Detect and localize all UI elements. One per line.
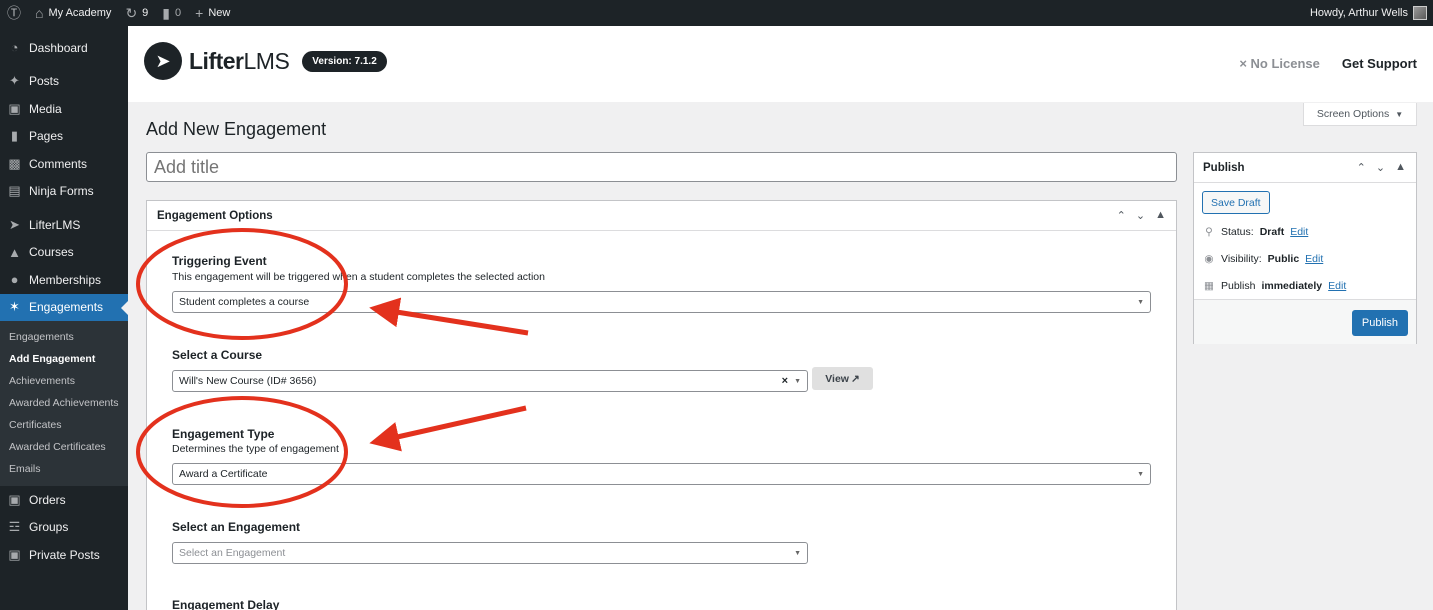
publish-box: Publish ⌃ ⌄ ▲ Save Draft ⚲ Status: Draft Ed… bbox=[1193, 152, 1417, 344]
title-input[interactable] bbox=[146, 152, 1177, 182]
publish-heading: Publish bbox=[1203, 161, 1245, 174]
comment-icon: ▮ bbox=[162, 5, 171, 21]
lifterlms-header: ➤ LifterLMS Version: 7.1.2 × No License … bbox=[128, 26, 1433, 102]
media-icon: ▣ bbox=[8, 100, 21, 116]
engagement-type-select[interactable]: Award a Certificate ▼ bbox=[172, 463, 1151, 485]
triggering-event-select[interactable]: Student completes a course ▼ bbox=[172, 291, 1151, 313]
eye-icon: ◉ bbox=[1204, 252, 1214, 265]
brand-name: Lifter bbox=[189, 47, 244, 74]
publish-button[interactable]: Publish bbox=[1351, 310, 1408, 336]
edit-visibility-link[interactable]: Edit bbox=[1305, 253, 1323, 265]
engagement-select[interactable]: Select an Engagement ▼ bbox=[172, 542, 808, 564]
engagement-delay-label: Engagement Delay bbox=[172, 598, 280, 610]
plus-icon: + bbox=[195, 5, 204, 21]
sidebar-item-pages[interactable]: ▮ Pages bbox=[0, 123, 128, 151]
engagement-options-heading: Engagement Options bbox=[157, 209, 273, 222]
caret-down-icon: ▼ bbox=[1395, 109, 1404, 119]
sidebar-item-comments[interactable]: ▩ Comments bbox=[0, 150, 128, 178]
dropdown-arrow-icon: ▼ bbox=[794, 377, 801, 385]
graduation-cap-icon: ▲ bbox=[8, 244, 21, 260]
site-name-link[interactable]: ⌂ My Academy bbox=[28, 0, 118, 26]
form-icon: ▤ bbox=[8, 183, 21, 199]
select-course-label: Select a Course bbox=[172, 348, 263, 362]
sidebar-item-memberships[interactable]: ● Memberships bbox=[0, 266, 128, 294]
sidebar-item-orders[interactable]: ▣ Orders bbox=[0, 486, 128, 514]
avatar bbox=[1413, 6, 1427, 20]
submenu-item-awarded-certificates[interactable]: Awarded Certificates bbox=[0, 436, 128, 458]
sidebar-item-courses[interactable]: ▲ Courses bbox=[0, 239, 128, 267]
save-draft-button[interactable]: Save Draft bbox=[1202, 191, 1270, 214]
version-badge: Version: 7.1.2 bbox=[302, 50, 387, 72]
rocket-icon: ➤ bbox=[144, 42, 182, 80]
clear-selection-icon[interactable]: × bbox=[782, 375, 788, 387]
submenu-item-add-engagement[interactable]: Add Engagement bbox=[0, 348, 128, 370]
award-icon: ✶ bbox=[9, 299, 20, 315]
comment-icon: ▩ bbox=[8, 155, 21, 171]
groups-icon: ● bbox=[10, 272, 19, 288]
lifterlms-logo: ➤ LifterLMS Version: 7.1.2 bbox=[144, 42, 387, 80]
move-up-icon[interactable]: ⌃ bbox=[1117, 209, 1126, 222]
dashboard-icon: ◔ bbox=[10, 40, 19, 56]
rocket-icon: ➤ bbox=[9, 216, 20, 232]
admin-sidebar: ◔ Dashboard ✦ Posts ▣ Media ▮ Pages ▩ Comment… bbox=[0, 26, 128, 610]
sidebar-item-engagements[interactable]: ✶ Engagements bbox=[0, 293, 128, 321]
course-select[interactable]: Will's New Course (ID# 3656) × ▼ bbox=[172, 370, 808, 392]
updates-link[interactable]: ↻ 9 bbox=[118, 0, 155, 26]
page-title: Add New Engagement bbox=[146, 119, 327, 139]
toggle-panel-icon[interactable]: ▲ bbox=[1395, 161, 1406, 174]
external-link-icon: ↗ bbox=[850, 372, 860, 385]
wordpress-logo-icon[interactable]: Ⓣ bbox=[0, 0, 28, 26]
view-course-button[interactable]: View ↗ bbox=[812, 367, 873, 390]
status-row: ⚲ Status: Draft Edit bbox=[1194, 218, 1416, 245]
triggering-event-description: This engagement will be triggered when a… bbox=[172, 271, 545, 283]
lock-icon: ▣ bbox=[8, 546, 21, 562]
publish-actions: Publish bbox=[1194, 299, 1416, 344]
submenu-item-emails[interactable]: Emails bbox=[0, 458, 128, 480]
dropdown-arrow-icon: ▼ bbox=[1137, 470, 1144, 478]
cart-icon: ▣ bbox=[8, 491, 21, 507]
move-down-icon[interactable]: ⌄ bbox=[1376, 161, 1385, 174]
sidebar-item-private-posts[interactable]: ▣ Private Posts bbox=[0, 541, 128, 569]
engagements-submenu: Engagements Add Engagement Achievements … bbox=[0, 321, 128, 486]
edit-schedule-link[interactable]: Edit bbox=[1328, 280, 1346, 292]
new-content-link[interactable]: + New bbox=[188, 0, 237, 26]
get-support-link[interactable]: Get Support bbox=[1342, 56, 1417, 71]
triggering-event-label: Triggering Event bbox=[172, 254, 267, 268]
submenu-item-achievements[interactable]: Achievements bbox=[0, 370, 128, 392]
visibility-row: ◉ Visibility: Public Edit bbox=[1204, 252, 1324, 265]
submenu-item-awarded-achievements[interactable]: Awarded Achievements bbox=[0, 392, 128, 414]
dropdown-arrow-icon: ▼ bbox=[1137, 298, 1144, 306]
sidebar-item-groups[interactable]: ☲ Groups bbox=[0, 514, 128, 542]
engagement-type-description: Determines the type of engagement bbox=[172, 443, 339, 455]
hierarchy-icon: ☲ bbox=[8, 519, 21, 535]
calendar-icon: ▦ bbox=[1204, 279, 1214, 292]
admin-bar: Ⓣ ⌂ My Academy ↻ 9 ▮ 0 + New Howdy, Arthur W… bbox=[0, 0, 1433, 26]
sidebar-item-lifterlms[interactable]: ➤ LifterLMS bbox=[0, 211, 128, 239]
submenu-item-certificates[interactable]: Certificates bbox=[0, 414, 128, 436]
comments-link[interactable]: ▮ 0 bbox=[155, 0, 188, 26]
engagement-type-label: Engagement Type bbox=[172, 427, 275, 441]
move-down-icon[interactable]: ⌄ bbox=[1136, 209, 1145, 222]
pin-icon: ✦ bbox=[9, 73, 20, 89]
toggle-panel-icon[interactable]: ▲ bbox=[1155, 209, 1166, 222]
sidebar-item-dashboard[interactable]: ◔ Dashboard bbox=[0, 34, 128, 62]
pin-icon: ⚲ bbox=[1205, 225, 1213, 238]
submenu-item-engagements[interactable]: Engagements bbox=[0, 326, 128, 348]
brand-suffix: LMS bbox=[243, 47, 290, 74]
sidebar-item-posts[interactable]: ✦ Posts bbox=[0, 68, 128, 96]
sidebar-item-media[interactable]: ▣ Media bbox=[0, 95, 128, 123]
schedule-row: ▦ Publish immediately Edit bbox=[1204, 279, 1347, 292]
sidebar-item-ninja-forms[interactable]: ▤ Ninja Forms bbox=[0, 178, 128, 206]
dropdown-arrow-icon: ▼ bbox=[794, 549, 801, 557]
no-license-link[interactable]: × No License bbox=[1239, 56, 1320, 71]
edit-status-link[interactable]: Edit bbox=[1290, 226, 1308, 238]
pages-icon: ▮ bbox=[10, 128, 19, 144]
screen-options-button[interactable]: Screen Options ▼ bbox=[1303, 103, 1417, 126]
refresh-icon: ↻ bbox=[125, 5, 138, 21]
close-icon: × bbox=[1239, 56, 1251, 71]
user-account-link[interactable]: Howdy, Arthur Wells bbox=[1303, 0, 1433, 26]
select-engagement-label: Select an Engagement bbox=[172, 520, 301, 534]
move-up-icon[interactable]: ⌃ bbox=[1357, 161, 1366, 174]
home-icon: ⌂ bbox=[35, 5, 44, 21]
